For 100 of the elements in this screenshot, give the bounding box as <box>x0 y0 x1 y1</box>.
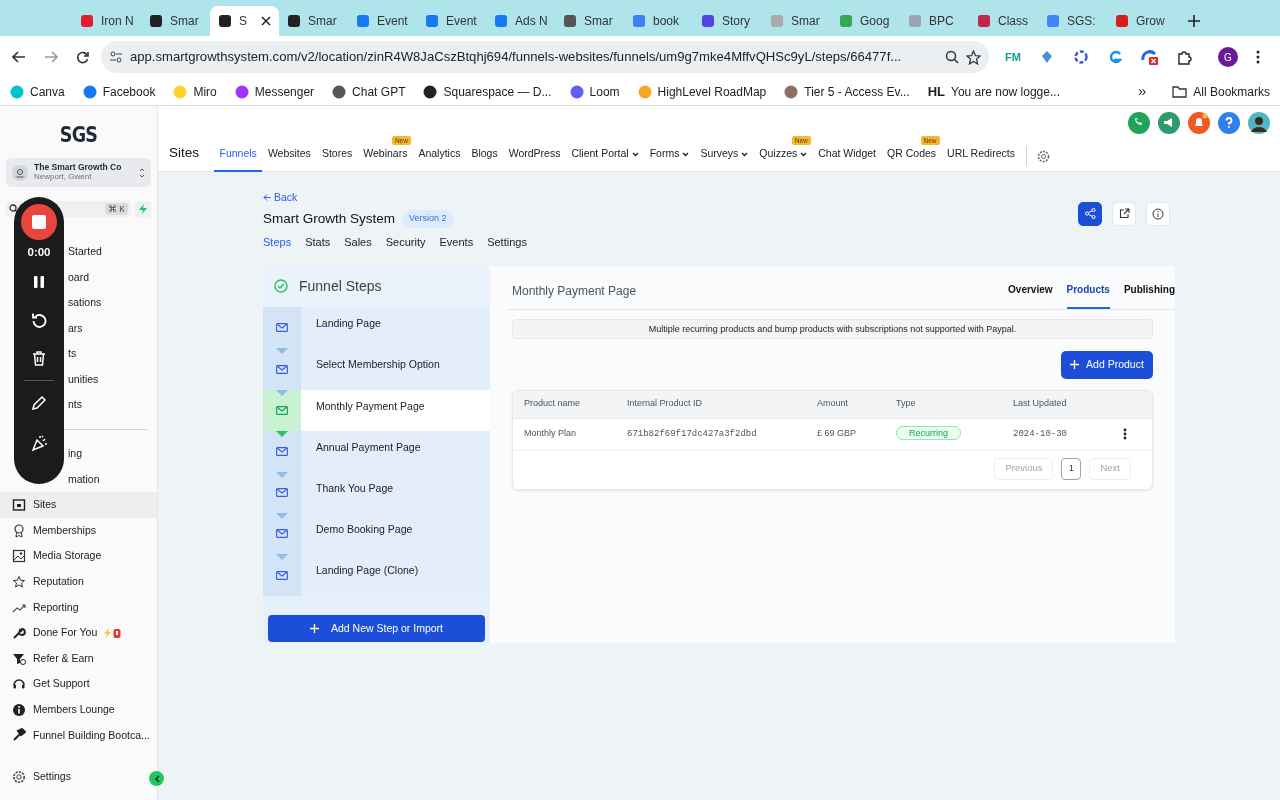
settings-icon[interactable] <box>1037 150 1051 163</box>
browser-tab[interactable]: Event <box>417 6 486 36</box>
help-icon[interactable] <box>1218 112 1240 134</box>
sidebar-item[interactable]: Members Lounge <box>0 697 157 723</box>
funnel-tab[interactable]: Stats <box>305 234 331 251</box>
nav-tab[interactable]: URL Redirects <box>941 146 1021 172</box>
nav-tab[interactable]: Forms <box>644 146 695 172</box>
funnel-tab[interactable]: Settings <box>487 234 527 251</box>
funnel-tab[interactable]: Steps <box>263 234 292 251</box>
sidebar-item[interactable]: Get Support <box>0 671 157 698</box>
star-icon[interactable] <box>966 49 981 65</box>
browser-tab[interactable]: book <box>624 6 693 36</box>
stop-button[interactable] <box>21 204 57 240</box>
page-tab[interactable]: Publishing <box>1123 281 1175 309</box>
pause-icon[interactable] <box>31 274 47 291</box>
trash-icon[interactable] <box>31 350 47 367</box>
browser-tab[interactable]: BPC <box>900 6 969 36</box>
confetti-icon[interactable] <box>31 435 47 452</box>
page-tab[interactable]: Overview <box>1008 281 1053 309</box>
forward-arrow-icon[interactable] <box>44 51 58 63</box>
sidebar-item[interactable]: Media Storage <box>0 543 157 570</box>
browser-tab[interactable]: Class <box>969 6 1038 36</box>
nav-tab[interactable]: Funnels <box>214 146 263 172</box>
sidebar-item[interactable]: ars <box>68 315 83 342</box>
more-bookmarks-button[interactable]: » <box>1137 80 1147 103</box>
sidebar-item[interactable]: Done For You <box>0 620 157 646</box>
funnel-step[interactable]: Monthly Payment Page <box>301 389 490 431</box>
page-number-button[interactable]: 1 <box>1061 457 1082 480</box>
funnel-tab[interactable]: Events <box>439 234 474 251</box>
nav-tab[interactable]: Websites <box>262 146 317 172</box>
nav-tab[interactable]: Surveys <box>694 146 754 172</box>
puzzle-icon[interactable] <box>1176 49 1192 65</box>
open-external-button[interactable] <box>1112 201 1136 226</box>
account-switcher[interactable]: The Smart Growth Co Newport, Gwent <box>6 158 151 187</box>
browser-tab[interactable]: SGS: <box>1038 6 1107 36</box>
extension-icon[interactable] <box>1072 49 1089 65</box>
browser-tab[interactable]: Ads N <box>486 6 555 36</box>
sidebar-item[interactable]: unities <box>68 366 99 393</box>
phone-icon[interactable] <box>1128 112 1150 134</box>
browser-tab[interactable]: Iron N <box>72 6 141 36</box>
bookmark-link[interactable]: Loom <box>569 82 620 101</box>
browser-tab[interactable]: Smar <box>762 6 831 36</box>
browser-tab[interactable]: Smar <box>279 6 348 36</box>
plus-icon[interactable] <box>1188 15 1200 27</box>
sidebar-item[interactable]: sations <box>68 290 102 316</box>
nav-tab[interactable]: WordPress <box>503 146 566 172</box>
share-button[interactable] <box>1078 201 1102 226</box>
pencil-icon[interactable] <box>31 395 47 412</box>
page-tab[interactable]: Products <box>1066 281 1110 309</box>
bookmark-link[interactable]: Squarespace — D... <box>423 82 552 101</box>
sidebar-item[interactable]: Refer & Earn <box>0 645 157 672</box>
back-link[interactable]: Back <box>263 190 298 206</box>
zoom-icon[interactable] <box>945 50 959 64</box>
funnel-tab[interactable]: Security <box>385 234 426 251</box>
sidebar-item[interactable]: mation <box>68 466 100 493</box>
sidebar-item[interactable]: Settings <box>0 764 79 790</box>
kebab-menu-icon[interactable] <box>1255 50 1260 64</box>
all-bookmarks-button[interactable]: All Bookmarks <box>1172 82 1270 101</box>
sidebar-item[interactable]: Reporting <box>0 594 157 621</box>
megaphone-icon[interactable] <box>1158 112 1180 134</box>
bookmark-link[interactable]: Miro <box>173 82 217 101</box>
address-bar[interactable]: app.smartgrowthsystem.com/v2/location/zinR4W8JaCszBtqhj694/funnels-websites/funnels/um9g7mke4MffvQHSc9yL/steps/66477f... <box>101 41 989 73</box>
sidebar-item[interactable]: Sites <box>0 492 157 518</box>
avatar-icon[interactable] <box>1248 112 1270 134</box>
nav-tab[interactable]: Blogs <box>465 146 504 172</box>
nav-tab[interactable]: Client Portal <box>565 146 645 172</box>
extension-icon[interactable] <box>1140 48 1159 66</box>
browser-tab[interactable]: Goog <box>831 6 900 36</box>
back-arrow-icon[interactable] <box>12 51 26 63</box>
profile-avatar[interactable]: G <box>1217 47 1238 67</box>
sidebar-item[interactable]: nts <box>68 392 82 419</box>
reload-icon[interactable] <box>76 50 89 64</box>
sidebar-item[interactable]: ing <box>68 441 82 467</box>
bookmark-link[interactable]: Facebook <box>82 82 156 101</box>
bookmark-link[interactable]: HighLevel RoadMap <box>637 82 767 101</box>
browser-tab[interactable]: Grow <box>1107 6 1176 36</box>
bookmark-link[interactable]: Messenger <box>234 82 315 101</box>
browser-tab[interactable]: Smar <box>555 6 624 36</box>
bell-icon[interactable] <box>1188 112 1210 134</box>
restart-icon[interactable] <box>31 312 47 329</box>
sidebar-item[interactable]: Reputation <box>0 569 157 595</box>
funnel-tab[interactable]: Sales <box>344 234 372 251</box>
browser-tab[interactable]: Story <box>693 6 762 36</box>
browser-tab[interactable]: S <box>210 6 279 36</box>
sidebar-item[interactable]: oard <box>68 264 89 291</box>
sidebar-item[interactable]: ts <box>68 341 77 367</box>
bookmark-link[interactable]: Canva <box>10 82 65 101</box>
nav-tab[interactable]: Analytics <box>412 146 466 172</box>
nav-tab[interactable]: Stores <box>316 146 358 172</box>
info-button[interactable] <box>1146 201 1170 226</box>
browser-tab[interactable]: Event <box>348 6 417 36</box>
close-icon[interactable] <box>261 16 271 26</box>
browser-tab[interactable]: Smar <box>141 6 210 36</box>
bookmark-link[interactable]: Chat GPT <box>332 82 406 101</box>
add-product-button[interactable]: Add Product <box>1061 350 1153 379</box>
add-step-button[interactable]: Add New Step or Import <box>268 614 485 643</box>
kebab-menu-icon[interactable] <box>1123 427 1127 440</box>
nav-tab[interactable]: Chat Widget <box>812 146 882 172</box>
sidebar-item[interactable]: Memberships <box>0 517 157 544</box>
bookmark-link[interactable]: HL You are now logge... <box>927 81 1060 102</box>
